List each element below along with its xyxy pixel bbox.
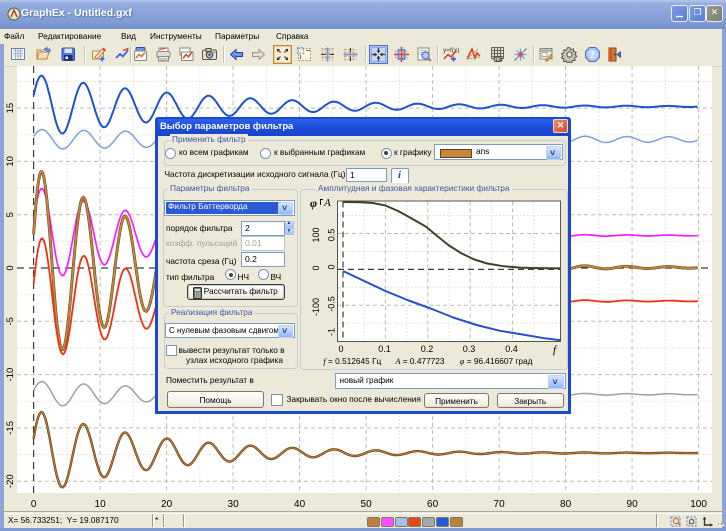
svg-text:?: ?	[589, 50, 594, 61]
svg-text:40: 40	[294, 499, 306, 510]
svg-text:0: 0	[327, 264, 337, 269]
svg-text:30: 30	[228, 499, 240, 510]
svg-text:-15: -15	[5, 421, 16, 435]
svg-text:0.5: 0.5	[327, 229, 337, 242]
svg-text:15: 15	[5, 103, 16, 114]
svg-text:A: A	[323, 197, 331, 209]
svg-text:90: 90	[627, 499, 639, 510]
svg-text:5: 5	[5, 212, 16, 217]
svg-text:-1: -1	[327, 328, 337, 336]
svg-text:-100: -100	[311, 298, 321, 316]
svg-text:0.3: 0.3	[463, 344, 476, 354]
svg-text:0.2: 0.2	[421, 344, 434, 354]
svg-text:60: 60	[427, 499, 439, 510]
svg-text:-0.5: -0.5	[327, 296, 337, 312]
svg-text:-5: -5	[5, 317, 16, 325]
svg-text:0.1: 0.1	[378, 344, 391, 354]
svg-text:10: 10	[95, 499, 107, 510]
svg-text:1.5: 1.5	[495, 57, 502, 62]
svg-text:-10: -10	[5, 368, 16, 382]
svg-text:f: f	[553, 344, 558, 356]
svg-text:20: 20	[161, 499, 173, 510]
svg-text:70: 70	[494, 499, 506, 510]
svg-text:10: 10	[5, 156, 16, 167]
svg-text:0: 0	[338, 344, 343, 354]
svg-text:φ: φ	[310, 196, 317, 210]
svg-text:0: 0	[311, 265, 321, 270]
svg-text:y=f(x): y=f(x)	[443, 47, 459, 54]
svg-text:100: 100	[690, 499, 707, 510]
svg-text:50: 50	[361, 499, 373, 510]
svg-text:0: 0	[31, 499, 37, 510]
svg-text:80: 80	[560, 499, 572, 510]
svg-text:0.4: 0.4	[505, 344, 518, 354]
svg-text:100: 100	[311, 227, 321, 242]
svg-text:0: 0	[5, 265, 16, 270]
svg-text:-20: -20	[5, 474, 16, 488]
